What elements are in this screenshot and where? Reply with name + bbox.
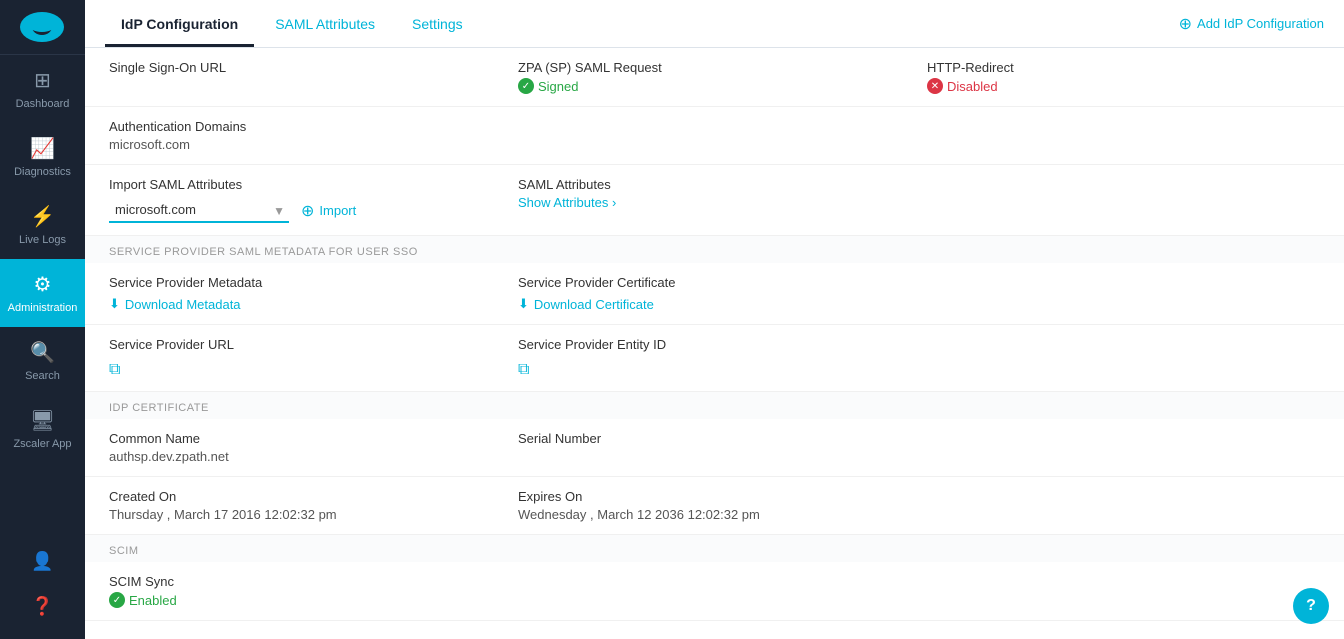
sso-label: Single Sign-On URL (109, 60, 502, 75)
sp-metadata-label: Service Provider Metadata (109, 275, 502, 290)
expires-on-label: Expires On (518, 489, 911, 504)
created-on-label: Created On (109, 489, 502, 504)
dashboard-icon: ⊞ (34, 68, 51, 93)
sp-metadata-field: Service Provider Metadata ⬇ Download Met… (109, 275, 502, 312)
sidebar-bottom: 👤 ❓ (0, 539, 85, 639)
sidebar-item-livelogs[interactable]: ⚡ Live Logs (0, 191, 85, 259)
zpa-saml-field: ZPA (SP) SAML Request Signed (518, 60, 911, 94)
scim-sync-label: SCIM Sync (109, 574, 502, 589)
user-icon: 👤 (31, 551, 53, 572)
http-redirect-label: HTTP-Redirect (927, 60, 1320, 75)
auth-domains-field: Authentication Domains microsoft.com (109, 119, 502, 152)
common-name-value: authsp.dev.zpath.net (109, 449, 502, 464)
common-name-row: Common Name authsp.dev.zpath.net Serial … (85, 419, 1344, 477)
saml-attributes-label: SAML Attributes (518, 177, 911, 192)
scim-sync-status: Enabled (109, 592, 502, 608)
common-name-field: Common Name authsp.dev.zpath.net (109, 431, 502, 464)
import-circle-icon: ⊕ (301, 201, 314, 221)
copy-url-icon[interactable]: ⧉ (109, 361, 120, 379)
sidebar-item-label: Dashboard (16, 98, 70, 110)
import-saml-field: Import SAML Attributes microsoft.com ▼ ⊕… (109, 177, 502, 223)
saml-attributes-field: SAML Attributes Show Attributes › (518, 177, 911, 210)
download-metadata-link[interactable]: ⬇ Download Metadata (109, 296, 502, 312)
expires-on-field: Expires On Wednesday , March 12 2036 12:… (518, 489, 911, 522)
sidebar-item-label: Diagnostics (14, 166, 71, 178)
show-attributes-link[interactable]: Show Attributes › (518, 195, 911, 210)
expires-on-value: Wednesday , March 12 2036 12:02:32 pm (518, 507, 911, 522)
sidebar-item-label: Administration (8, 302, 78, 314)
scim-sync-field: SCIM Sync Enabled (109, 574, 502, 608)
import-saml-label: Import SAML Attributes (109, 177, 502, 192)
idp-cert-section-header: IdP CERTIFICATE (85, 392, 1344, 419)
scim-endpoint-field: SCIM Service Provider Endpoint (109, 633, 502, 639)
sp-url-field: Service Provider URL ⧉ (109, 337, 502, 379)
sidebar-item-search[interactable]: 🔍 Search (0, 327, 85, 395)
tab-settings[interactable]: Settings (396, 4, 479, 47)
diagnostics-icon: 📈 (30, 136, 55, 161)
zpa-label: ZPA (SP) SAML Request (518, 60, 911, 75)
created-on-field: Created On Thursday , March 17 2016 12:0… (109, 489, 502, 522)
auth-domains-value: microsoft.com (109, 137, 502, 152)
top-nav: IdP Configuration SAML Attributes Settin… (85, 0, 1344, 48)
download-metadata-icon: ⬇ (109, 296, 120, 312)
auth-domains-label: Authentication Domains (109, 119, 502, 134)
plus-icon: ⊕ (1179, 14, 1192, 34)
livelogs-icon: ⚡ (30, 204, 55, 229)
sidebar-item-diagnostics[interactable]: 📈 Diagnostics (0, 123, 85, 191)
sidebar-item-label: Search (25, 370, 60, 382)
tab-idp-configuration[interactable]: IdP Configuration (105, 4, 254, 47)
sp-metadata-row: Service Provider Metadata ⬇ Download Met… (85, 263, 1344, 325)
help-icon: ❓ (31, 596, 53, 617)
main-content: IdP Configuration SAML Attributes Settin… (85, 0, 1344, 639)
common-name-label: Common Name (109, 431, 502, 446)
scim-section-header: SCIM (85, 535, 1344, 562)
sp-entity-id-field: Service Provider Entity ID ⧉ (518, 337, 911, 379)
http-redirect-field: HTTP-Redirect Disabled (927, 60, 1320, 94)
sp-certificate-label: Service Provider Certificate (518, 275, 911, 290)
zpa-status: Signed (518, 78, 911, 94)
sp-url-label: Service Provider URL (109, 337, 502, 352)
sidebar-help-icon[interactable]: ❓ (0, 584, 85, 629)
copy-entity-id-icon[interactable]: ⧉ (518, 361, 529, 379)
zscaler-app-icon: 🖥 (30, 408, 55, 433)
sidebar-logo (0, 0, 85, 55)
auth-domains-row: Authentication Domains microsoft.com (85, 107, 1344, 165)
import-dropdown-wrapper: microsoft.com ▼ (109, 198, 289, 223)
scim-sync-row: SCIM Sync Enabled (85, 562, 1344, 621)
scim-endpoint-row: SCIM Service Provider Endpoint (85, 621, 1344, 639)
download-cert-icon: ⬇ (518, 296, 529, 312)
sp-certificate-field: Service Provider Certificate ⬇ Download … (518, 275, 911, 312)
add-idp-config-button[interactable]: ⊕ Add IdP Configuration (1179, 14, 1324, 34)
sidebar: ⊞ Dashboard 📈 Diagnostics ⚡ Live Logs ⚙ … (0, 0, 85, 639)
sidebar-item-label: Live Logs (19, 234, 66, 246)
help-button[interactable]: ? (1293, 588, 1329, 624)
dates-row: Created On Thursday , March 17 2016 12:0… (85, 477, 1344, 535)
import-saml-dropdown[interactable]: microsoft.com (109, 198, 289, 223)
sidebar-user-icon[interactable]: 👤 (0, 539, 85, 584)
created-on-value: Thursday , March 17 2016 12:02:32 pm (109, 507, 502, 522)
sidebar-item-administration[interactable]: ⚙ Administration (0, 259, 85, 327)
sp-metadata-section-header: SERVICE PROVIDER SAML METADATA FOR USER … (85, 236, 1344, 263)
serial-number-field: Serial Number (518, 431, 911, 449)
sso-field: Single Sign-On URL (109, 60, 502, 78)
content-area: Single Sign-On URL ZPA (SP) SAML Request… (85, 48, 1344, 639)
import-button[interactable]: ⊕ Import (301, 201, 356, 221)
sidebar-item-dashboard[interactable]: ⊞ Dashboard (0, 55, 85, 123)
tab-saml-attributes[interactable]: SAML Attributes (259, 4, 391, 47)
help-question-icon: ? (1306, 597, 1316, 615)
sso-row: Single Sign-On URL ZPA (SP) SAML Request… (85, 48, 1344, 107)
http-redirect-status: Disabled (927, 78, 1320, 94)
sidebar-item-zscaler-app[interactable]: 🖥 Zscaler App (0, 395, 85, 463)
sp-url-row: Service Provider URL ⧉ Service Provider … (85, 325, 1344, 392)
sidebar-item-label: Zscaler App (13, 438, 71, 450)
sp-entity-id-label: Service Provider Entity ID (518, 337, 911, 352)
download-certificate-link[interactable]: ⬇ Download Certificate (518, 296, 911, 312)
search-icon: 🔍 (30, 340, 55, 365)
import-saml-row: Import SAML Attributes microsoft.com ▼ ⊕… (85, 165, 1344, 236)
serial-number-label: Serial Number (518, 431, 911, 446)
administration-icon: ⚙ (34, 272, 52, 297)
